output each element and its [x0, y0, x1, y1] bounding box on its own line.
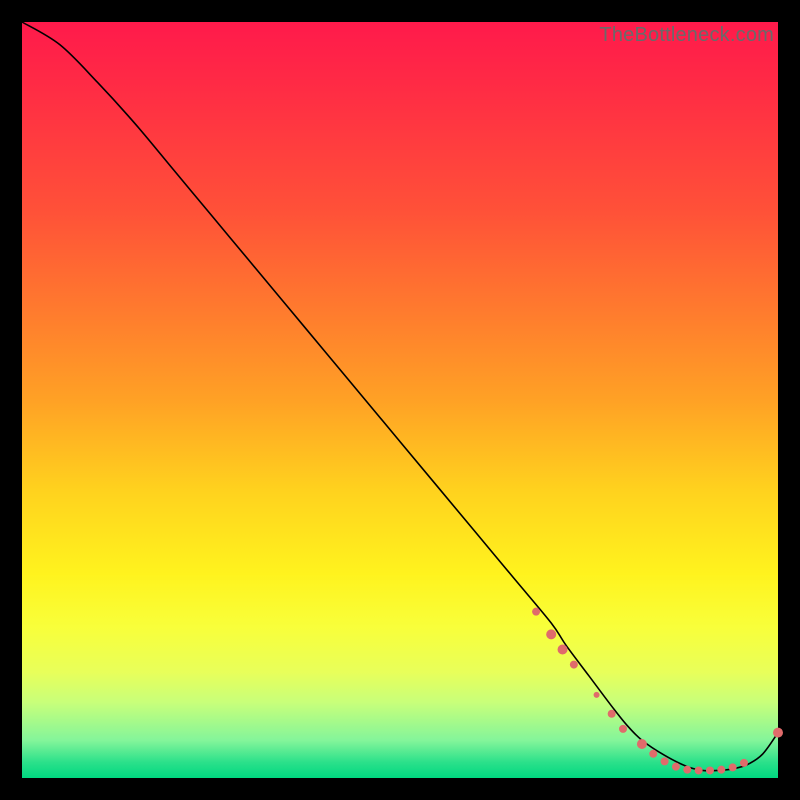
bottleneck-curve [22, 22, 778, 771]
scatter-dot [608, 710, 616, 718]
scatter-dot [637, 739, 647, 749]
scatter-dot [570, 661, 578, 669]
chart-frame: TheBottleneck.com [22, 22, 778, 778]
scatter-dot [706, 766, 714, 774]
scatter-dot [695, 766, 703, 774]
scatter-dot [661, 757, 669, 765]
scatter-dot [729, 763, 737, 771]
scatter-dot [672, 763, 680, 771]
scatter-dot [532, 608, 540, 616]
scatter-dot [558, 644, 568, 654]
scatter-dot [740, 759, 748, 767]
scatter-dots [532, 608, 783, 775]
scatter-dot [683, 766, 691, 774]
chart-overlay [22, 22, 778, 778]
scatter-dot [619, 725, 627, 733]
scatter-dot [594, 692, 600, 698]
scatter-dot [773, 728, 783, 738]
scatter-dot [546, 629, 556, 639]
scatter-dot [717, 766, 725, 774]
scatter-dot [649, 750, 657, 758]
